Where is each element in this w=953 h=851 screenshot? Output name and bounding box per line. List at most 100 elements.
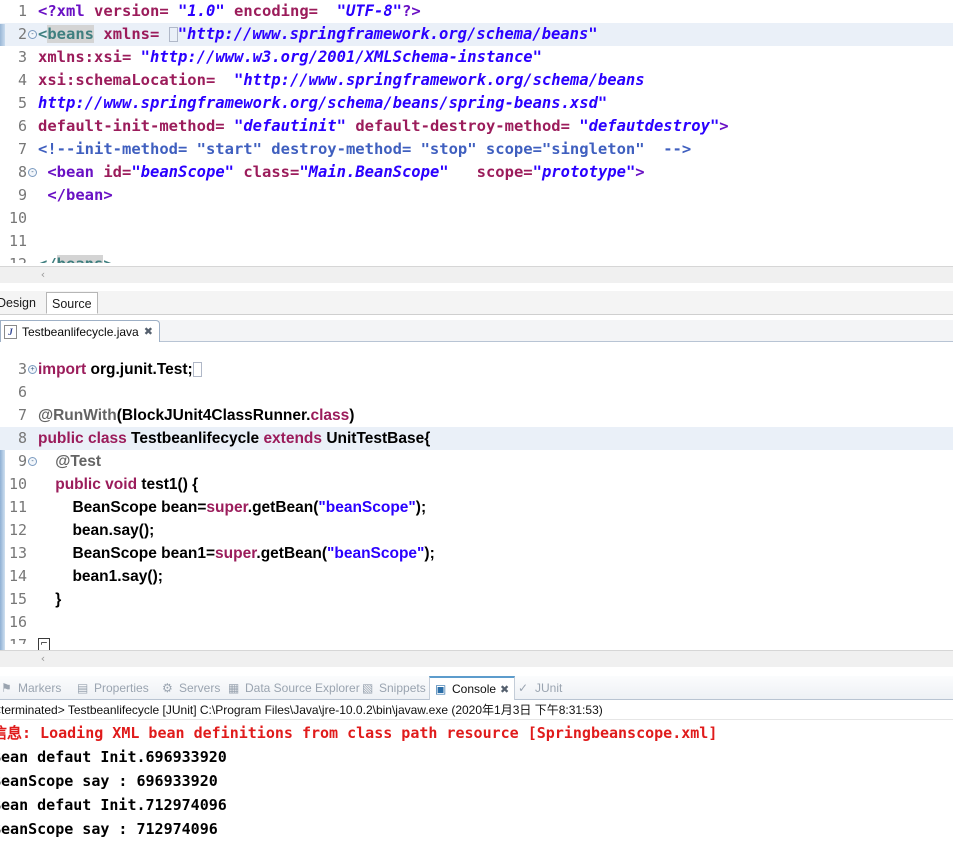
junit-icon: ✓ xyxy=(518,680,529,695)
code-token: "http://www.springframework.org/schema/b… xyxy=(233,71,645,89)
code-text: </beans> xyxy=(38,253,113,263)
code-token: "1.0" xyxy=(178,2,225,20)
code-line[interactable]: 1 <?xml version= "1.0" encoding= "UTF-8"?… xyxy=(0,0,953,23)
java-horizontal-scrollbar[interactable]: ‹ xyxy=(0,650,953,667)
code-token: id= xyxy=(103,163,132,181)
code-line[interactable]: 11 xyxy=(0,230,953,253)
xml-horizontal-scrollbar[interactable]: ‹ xyxy=(0,266,953,283)
xml-source-editor[interactable]: 1 <?xml version= "1.0" encoding= "UTF-8"?… xyxy=(0,0,953,283)
markers-icon: ⚑ xyxy=(1,680,12,695)
code-token: class= xyxy=(243,163,300,181)
code-token: <!--init-method= "start" destroy-method=… xyxy=(38,140,692,158)
view-tab-junit[interactable]: ✓ JUnit xyxy=(513,676,567,700)
code-line[interactable]: 8- <bean id="beanScope" class="Main.Bean… xyxy=(0,161,953,184)
console-line: Bean defaut Init.696933920 xyxy=(0,748,227,766)
code-line[interactable]: 9- @Test xyxy=(0,450,953,473)
editor-mode-tab-source[interactable]: Source xyxy=(46,292,98,314)
code-token: super xyxy=(206,499,248,516)
line-number: 7 xyxy=(17,406,27,424)
java-source-editor[interactable]: 3 + import org.junit.Test; 6 7 @RunWith(Block… xyxy=(0,342,953,650)
xml-overview-marker-bar[interactable] xyxy=(0,0,5,283)
java-editor-pane[interactable]: J Testbeanlifecycle.java ✖ 3 + import org.… xyxy=(0,320,953,672)
line-number: 10 xyxy=(8,475,27,493)
code-line[interactable]: 7 @RunWith(BlockJUnit4ClassRunner.class) xyxy=(0,404,953,427)
code-line[interactable]: 3 + import org.junit.Test; xyxy=(0,358,953,381)
code-token: bean.say(); xyxy=(38,522,155,539)
line-number: 8 xyxy=(17,429,27,447)
code-line[interactable]: 2- <beans xmlns= "http://www.springframew… xyxy=(0,23,953,46)
code-text: public void test1() { xyxy=(38,473,198,496)
code-line[interactable]: 10 xyxy=(0,207,953,230)
close-icon[interactable]: ✖ xyxy=(144,326,153,337)
code-token: ?> xyxy=(402,2,421,20)
code-line[interactable]: 16 xyxy=(0,611,953,634)
line-number: 3 xyxy=(17,360,27,378)
code-token: default-init-method= xyxy=(38,117,225,135)
code-token: xmlns:xsi= xyxy=(38,48,132,66)
eclipse-ide-window: 1 <?xml version= "1.0" encoding= "UTF-8"?… xyxy=(0,0,953,851)
code-line[interactable]: 4 xsi:schemaLocation= "http://www.springf… xyxy=(0,69,953,92)
view-tab-console[interactable]: ▣ Console ✖ xyxy=(429,676,516,700)
view-tab-data-source-explorer[interactable]: ▦ Data Source Explorer xyxy=(223,676,365,700)
fold-expand-icon[interactable]: + xyxy=(28,365,37,374)
view-tab-label: Data Source Explorer xyxy=(245,681,360,695)
view-tab-label: Servers xyxy=(179,681,221,695)
code-token: class xyxy=(310,407,350,424)
code-token: public void xyxy=(38,476,138,493)
line-number: 11 xyxy=(8,498,27,516)
view-tab-properties[interactable]: ▤ Properties xyxy=(72,676,154,700)
code-text: BeanScope bean1=super.getBean("beanScope… xyxy=(38,542,434,565)
console-line: BeanScope say : 712974096 xyxy=(0,820,218,838)
code-text: <?xml version= "1.0" encoding= "UTF-8"?> xyxy=(38,0,421,23)
code-text: } xyxy=(38,588,61,611)
code-token: </ xyxy=(38,255,57,263)
code-line[interactable]: 8 public class Testbeanlifecycle extends … xyxy=(0,427,953,450)
code-line[interactable]: 3 xmlns:xsi= "http://www.w3.org/2001/XMLS… xyxy=(0,46,953,69)
line-number: 6 xyxy=(17,383,27,401)
view-tab-markers[interactable]: ⚑ Markers xyxy=(0,676,66,700)
view-tab-label: JUnit xyxy=(535,681,563,695)
code-line[interactable]: 14 bean1.say(); xyxy=(0,565,953,588)
editor-mode-tab-design[interactable]: Design xyxy=(0,292,41,314)
code-line[interactable]: 15 } xyxy=(0,588,953,611)
fold-collapse-icon[interactable]: - xyxy=(28,168,37,177)
scroll-left-icon[interactable]: ‹ xyxy=(36,652,50,666)
view-tab-snippets[interactable]: ▧ Snippets xyxy=(357,676,431,700)
code-line[interactable]: 10 public void test1() { xyxy=(0,473,953,496)
xml-editor-mode-tabs[interactable]: Design Source xyxy=(0,291,953,315)
code-line[interactable]: 13 BeanScope bean1=super.getBean("beanSc… xyxy=(0,542,953,565)
code-token: "prototype" xyxy=(532,163,636,181)
bottom-view-tab-row[interactable]: ⚑ Markers ▤ Properties ⚙ Servers ▦ Data Source … xyxy=(0,676,953,700)
code-line[interactable]: 12</beans> xyxy=(0,253,953,263)
code-line[interactable]: 9 </bean> xyxy=(0,184,953,207)
fold-collapse-icon[interactable]: - xyxy=(28,457,37,466)
code-line[interactable]: 6 xyxy=(0,381,953,404)
code-token: .getBean( xyxy=(247,499,319,516)
view-tab-servers[interactable]: ⚙ Servers xyxy=(157,676,225,700)
code-line[interactable]: 12 bean.say(); xyxy=(0,519,953,542)
code-line[interactable]: 5 http://www.springframework.org/schema/b… xyxy=(0,92,953,115)
console-line: 信息: Loading XML bean definitions from cl… xyxy=(0,724,718,742)
fold-collapse-icon[interactable]: - xyxy=(28,30,37,39)
console-output[interactable]: 信息: Loading XML bean definitions from cl… xyxy=(0,721,953,851)
code-line[interactable]: 17 xyxy=(0,634,953,644)
text-caret xyxy=(168,27,178,42)
xml-editor-pane[interactable]: 1 <?xml version= "1.0" encoding= "UTF-8"?… xyxy=(0,0,953,283)
code-line[interactable]: 7 <!--init-method= "start" destroy-method… xyxy=(0,138,953,161)
editor-tab-testbeanlifecycle[interactable]: J Testbeanlifecycle.java ✖ xyxy=(0,320,160,342)
close-icon[interactable]: ✖ xyxy=(500,684,509,695)
view-tab-label: Properties xyxy=(94,681,149,695)
scroll-left-icon[interactable]: ‹ xyxy=(36,268,50,282)
code-line[interactable]: 6 default-init-method= "defautinit" defau… xyxy=(0,115,953,138)
line-number: 13 xyxy=(8,544,27,562)
code-token: org.junit.Test; xyxy=(86,361,193,378)
code-token: "beanScope" xyxy=(318,499,416,516)
code-token: bean1.say(); xyxy=(38,568,163,585)
code-line[interactable]: 11 BeanScope bean=super.getBean("beanSco… xyxy=(0,496,953,519)
java-editor-tab-row[interactable]: J Testbeanlifecycle.java ✖ xyxy=(0,320,953,342)
code-token: "http://www.w3.org/2001/XMLSchema-instan… xyxy=(140,48,542,66)
